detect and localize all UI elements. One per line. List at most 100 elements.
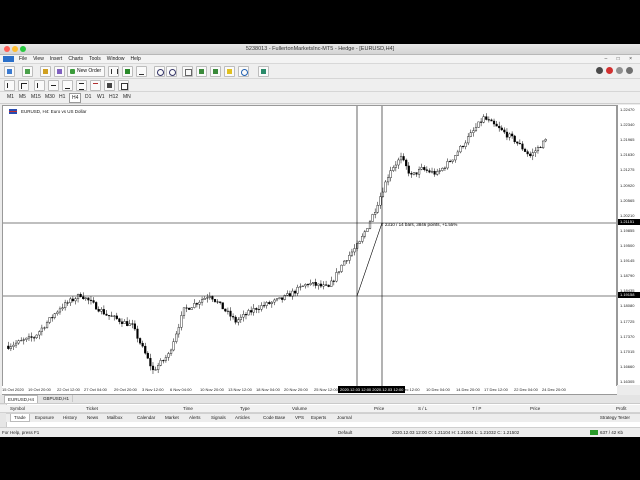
timeframe-w1[interactable]: W1 bbox=[96, 94, 106, 100]
col-price[interactable]: Price bbox=[374, 406, 384, 411]
chart-tab-gbpusd[interactable]: GBPUSD,H1 bbox=[40, 395, 74, 402]
price-tick-label: 1.20565 bbox=[620, 197, 635, 203]
auto-scroll-icon[interactable] bbox=[196, 66, 207, 77]
market-watch-icon[interactable] bbox=[40, 66, 51, 77]
zoom-out-icon[interactable] bbox=[166, 66, 177, 77]
col-tp[interactable]: T / P bbox=[472, 406, 481, 411]
text-tool-icon[interactable] bbox=[104, 80, 115, 91]
measure-line[interactable] bbox=[356, 222, 383, 297]
col-price-current[interactable]: Price bbox=[530, 406, 540, 411]
candle-body bbox=[358, 241, 361, 244]
menu-tools[interactable]: Tools bbox=[86, 55, 104, 62]
tab-vps[interactable]: VPS bbox=[292, 414, 307, 421]
candle-body bbox=[105, 313, 108, 316]
crosshair-measure-label: T 2310 / 14 bars, 3846 points, +1.55% bbox=[381, 222, 458, 227]
candlestick-icon[interactable] bbox=[122, 66, 133, 77]
new-order-button[interactable]: New Order bbox=[67, 66, 106, 77]
menu-window[interactable]: Window bbox=[104, 55, 128, 62]
col-type[interactable]: Type bbox=[240, 406, 250, 411]
profiles-icon[interactable] bbox=[22, 66, 33, 77]
cursor-icon[interactable] bbox=[4, 80, 15, 91]
algo-trading-icon[interactable] bbox=[596, 67, 603, 74]
timeframe-m15[interactable]: M15 bbox=[30, 94, 42, 100]
candle-body bbox=[95, 302, 98, 310]
tab-calendar[interactable]: Calendar bbox=[134, 414, 158, 421]
tab-mailbox[interactable]: Mailbox bbox=[104, 414, 126, 421]
tab-exposure[interactable]: Exposure bbox=[32, 414, 57, 421]
candle-body bbox=[531, 152, 534, 157]
bar-chart-icon[interactable] bbox=[108, 66, 119, 77]
timeframe-m30[interactable]: M30 bbox=[44, 94, 56, 100]
candle-body bbox=[257, 308, 261, 310]
timeframe-m1[interactable]: M1 bbox=[6, 94, 15, 100]
tab-alerts[interactable]: Alerts bbox=[186, 414, 204, 421]
timeframe-h4[interactable]: H4 bbox=[69, 93, 82, 103]
tab-articles[interactable]: Articles bbox=[232, 414, 253, 421]
col-symbol[interactable]: Symbol bbox=[10, 406, 25, 411]
price-tick-label: 1.19855 bbox=[620, 227, 635, 233]
menu-file[interactable]: File bbox=[16, 55, 30, 62]
candle-body bbox=[454, 155, 457, 161]
candle-body bbox=[61, 307, 64, 310]
time-tick-label: 29 Oct 20:00 bbox=[114, 387, 137, 392]
search-icon[interactable] bbox=[626, 67, 633, 74]
candle-body bbox=[182, 307, 186, 316]
chart-tab-eurusd[interactable]: EURUSD,H4 bbox=[4, 395, 39, 403]
time-axis[interactable]: 24 Dec 20:00 22 Dec 04:00 17 Dec 12:00 14 D… bbox=[2, 386, 617, 395]
chart-shift-icon[interactable] bbox=[210, 66, 221, 77]
chart-area[interactable]: EURUSD, H4: Euro vs US Dollar T 2310 / 1… bbox=[2, 105, 617, 387]
settings-icon[interactable] bbox=[616, 67, 623, 74]
timeframe-mn[interactable]: MN bbox=[122, 94, 132, 100]
tab-trade[interactable]: Trade bbox=[10, 414, 30, 422]
signals-icon[interactable] bbox=[606, 67, 613, 74]
col-volume[interactable]: Volume bbox=[292, 406, 307, 411]
col-time[interactable]: Time bbox=[183, 406, 193, 411]
candle-body bbox=[415, 172, 418, 175]
col-sl[interactable]: S / L bbox=[418, 406, 427, 411]
timeframe-m5[interactable]: M5 bbox=[18, 94, 27, 100]
candle-body bbox=[265, 302, 268, 306]
status-profile[interactable]: Default bbox=[338, 430, 352, 435]
tab-news[interactable]: News bbox=[84, 414, 101, 421]
zoom-in-icon[interactable] bbox=[154, 66, 165, 77]
new-chart-icon[interactable] bbox=[4, 66, 15, 77]
candle-body bbox=[459, 146, 462, 153]
price-axis[interactable]: 1.22470 1.22340 1.21965 1.21630 1.21275 1.209… bbox=[617, 105, 640, 385]
tab-experts[interactable]: Experts bbox=[308, 414, 329, 421]
timeframe-h1[interactable]: H1 bbox=[58, 94, 66, 100]
timeframe-d1[interactable]: D1 bbox=[84, 94, 92, 100]
periods-icon[interactable] bbox=[238, 66, 249, 77]
timeframe-h12[interactable]: H12 bbox=[108, 94, 119, 100]
tab-market[interactable]: Market bbox=[162, 414, 182, 421]
menu-charts[interactable]: Charts bbox=[65, 55, 86, 62]
mdi-window-controls[interactable]: – □ × bbox=[605, 56, 637, 62]
fibonacci-icon[interactable] bbox=[90, 80, 101, 91]
tab-code-base[interactable]: Code Base bbox=[260, 414, 288, 421]
indicators-icon[interactable] bbox=[224, 66, 235, 77]
horizontal-line-icon[interactable] bbox=[48, 80, 59, 91]
menu-insert[interactable]: Insert bbox=[47, 55, 66, 62]
shapes-icon[interactable] bbox=[118, 80, 129, 91]
vertical-line-icon[interactable] bbox=[34, 80, 45, 91]
tab-history[interactable]: History bbox=[60, 414, 80, 421]
tab-signals[interactable]: Signals bbox=[208, 414, 229, 421]
candle-body bbox=[89, 299, 93, 301]
strategy-tester-tab[interactable]: Strategy Tester bbox=[600, 414, 630, 421]
menu-help[interactable]: Help bbox=[128, 55, 144, 62]
crosshair-icon[interactable] bbox=[18, 80, 29, 91]
trendline-icon[interactable] bbox=[62, 80, 73, 91]
col-profit[interactable]: Profit bbox=[616, 406, 627, 411]
line-chart-icon[interactable] bbox=[136, 66, 147, 77]
candle-body bbox=[332, 280, 335, 282]
time-tick-label: 22 Oct 12:00 bbox=[57, 387, 80, 392]
tab-journal[interactable]: Journal bbox=[334, 414, 355, 421]
screenshot-icon[interactable] bbox=[258, 66, 269, 77]
price-chart[interactable] bbox=[3, 106, 616, 386]
app-icon[interactable] bbox=[3, 56, 14, 62]
col-ticket[interactable]: Ticket bbox=[86, 406, 98, 411]
tile-windows-icon[interactable] bbox=[182, 66, 193, 77]
channel-icon[interactable] bbox=[76, 80, 87, 91]
candle-body bbox=[397, 159, 400, 166]
menu-view[interactable]: View bbox=[30, 55, 47, 62]
navigator-icon[interactable] bbox=[54, 66, 65, 77]
